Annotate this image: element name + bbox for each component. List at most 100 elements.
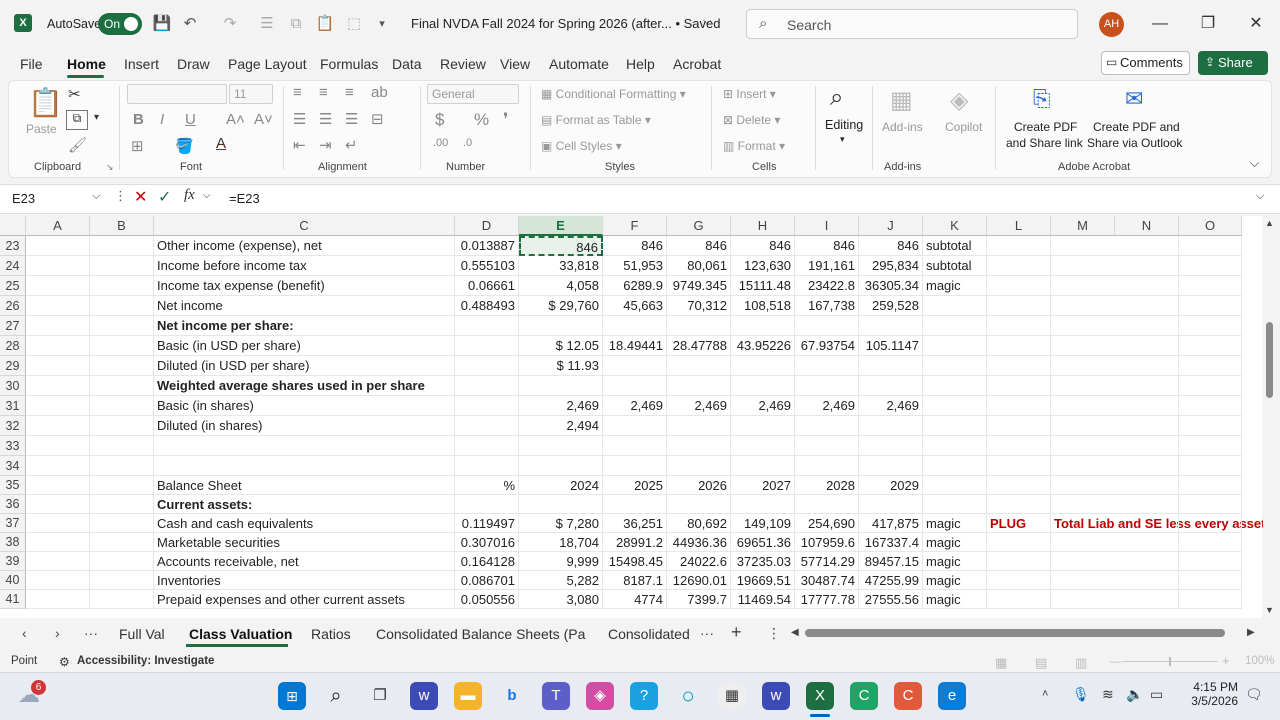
- menu-page-layout[interactable]: Page Layout: [228, 56, 307, 72]
- cell-l[interactable]: [987, 533, 1051, 552]
- cell-l[interactable]: [987, 276, 1051, 296]
- cell-d[interactable]: 0.013887: [455, 236, 519, 256]
- cell-m[interactable]: [1051, 376, 1115, 396]
- cell-c[interactable]: Weighted average shares used in per shar…: [154, 376, 455, 396]
- row-header[interactable]: 31: [0, 396, 26, 416]
- copilot-icon[interactable]: ◈: [950, 86, 968, 115]
- row-header[interactable]: 23: [0, 236, 26, 256]
- tab-class-valuation[interactable]: Class Valuation: [189, 626, 292, 642]
- app-icon[interactable]: w: [762, 682, 790, 710]
- cell-b[interactable]: [90, 552, 154, 571]
- cell-i[interactable]: 57714.29: [795, 552, 859, 571]
- row-header[interactable]: 37: [0, 514, 26, 533]
- add-sheet-icon[interactable]: +: [731, 622, 742, 643]
- cell-a[interactable]: [26, 396, 90, 416]
- cell-j[interactable]: [859, 356, 923, 376]
- accessibility-status[interactable]: Accessibility: Investigate: [77, 655, 214, 667]
- cell-a[interactable]: [26, 296, 90, 316]
- cell-g[interactable]: 2026: [667, 476, 731, 495]
- currency-icon[interactable]: $: [435, 110, 444, 130]
- cell-d[interactable]: 0.086701: [455, 571, 519, 590]
- cell-o[interactable]: [1179, 514, 1242, 533]
- page-break-view-icon[interactable]: ▥: [1075, 655, 1087, 671]
- cell-a[interactable]: [26, 514, 90, 533]
- cell-h[interactable]: 15111.48: [731, 276, 795, 296]
- cell-k[interactable]: magic: [923, 590, 987, 609]
- cell-d[interactable]: 0.555103: [455, 256, 519, 276]
- cell-b[interactable]: [90, 476, 154, 495]
- addins-icon[interactable]: ▦: [890, 86, 913, 115]
- menu-draw[interactable]: Draw: [177, 56, 210, 72]
- cell-f[interactable]: [603, 376, 667, 396]
- cell-d[interactable]: [455, 316, 519, 336]
- cell-n[interactable]: [1115, 316, 1179, 336]
- cell-g[interactable]: [667, 495, 731, 514]
- cell-h[interactable]: [731, 495, 795, 514]
- pdf-link-icon[interactable]: ⎘: [1033, 86, 1051, 112]
- cell-h[interactable]: 846: [731, 236, 795, 256]
- cell-c[interactable]: Net income: [154, 296, 455, 316]
- cell-m[interactable]: [1051, 296, 1115, 316]
- cell-c[interactable]: Accounts receivable, net: [154, 552, 455, 571]
- column-header-a[interactable]: A: [26, 216, 90, 236]
- normal-view-icon[interactable]: ▦: [995, 655, 1007, 671]
- cell-l[interactable]: [987, 476, 1051, 495]
- copy-dropdown-icon[interactable]: ▾: [94, 112, 99, 123]
- cell-d[interactable]: [455, 495, 519, 514]
- row-header[interactable]: 41: [0, 590, 26, 609]
- cut-icon[interactable]: ✂: [68, 85, 81, 103]
- cell-m[interactable]: [1051, 256, 1115, 276]
- align-left-icon[interactable]: ☰: [293, 110, 306, 128]
- tab-full-val[interactable]: Full Val: [119, 626, 165, 642]
- cell-n[interactable]: [1115, 495, 1179, 514]
- cell-k[interactable]: [923, 396, 987, 416]
- close-icon[interactable]: ✕: [1244, 12, 1268, 36]
- cell-b[interactable]: [90, 590, 154, 609]
- column-header-g[interactable]: G: [667, 216, 731, 236]
- row-header[interactable]: 29: [0, 356, 26, 376]
- cell-g[interactable]: [667, 456, 731, 476]
- app-icon[interactable]: ?: [630, 682, 658, 710]
- cell-a[interactable]: [26, 456, 90, 476]
- cell-k[interactable]: [923, 436, 987, 456]
- cell-h[interactable]: 2,469: [731, 396, 795, 416]
- cell-f[interactable]: 36,251: [603, 514, 667, 533]
- scroll-up-icon[interactable]: ▲: [1265, 218, 1274, 228]
- cell-j[interactable]: 36305.34: [859, 276, 923, 296]
- cell-c[interactable]: Cash and cash equivalents: [154, 514, 455, 533]
- cell-g[interactable]: [667, 436, 731, 456]
- cell-d[interactable]: 0.307016: [455, 533, 519, 552]
- cell-c[interactable]: [154, 456, 455, 476]
- cell-h[interactable]: 149,109: [731, 514, 795, 533]
- cell-h[interactable]: [731, 456, 795, 476]
- cell-n[interactable]: [1115, 476, 1179, 495]
- paste-icon[interactable]: 📋: [315, 14, 335, 34]
- cell-d[interactable]: [455, 396, 519, 416]
- conditional-formatting-button[interactable]: ▦ Conditional Formatting ▾: [541, 87, 686, 101]
- cell-m[interactable]: [1051, 571, 1115, 590]
- cortana-icon[interactable]: ○: [674, 682, 702, 710]
- cell-o[interactable]: [1179, 276, 1242, 296]
- cell-a[interactable]: [26, 276, 90, 296]
- cell-e[interactable]: $ 7,280: [519, 514, 603, 533]
- cell-o[interactable]: [1179, 456, 1242, 476]
- cell-styles-button[interactable]: ▣ Cell Styles ▾: [541, 139, 622, 153]
- name-box-dropdown-icon[interactable]: ⌵: [92, 190, 100, 203]
- cell-o[interactable]: [1179, 495, 1242, 514]
- cell-d[interactable]: [455, 356, 519, 376]
- document-title[interactable]: Final NVDA Fall 2024 for Spring 2026 (af…: [411, 16, 721, 31]
- cell-b[interactable]: [90, 533, 154, 552]
- cell-e[interactable]: [519, 436, 603, 456]
- hscroll-left-icon[interactable]: ◀: [791, 627, 799, 638]
- cell-g[interactable]: 12690.01: [667, 571, 731, 590]
- align-center-icon[interactable]: ☰: [319, 110, 332, 128]
- row-header[interactable]: 26: [0, 296, 26, 316]
- cell-m[interactable]: [1051, 336, 1115, 356]
- cell-c[interactable]: Income tax expense (benefit): [154, 276, 455, 296]
- create-pdf-link-line2[interactable]: and Share link: [1006, 136, 1083, 150]
- italic-icon[interactable]: I: [160, 111, 164, 128]
- cell-e[interactable]: [519, 376, 603, 396]
- cell-l[interactable]: [987, 336, 1051, 356]
- cell-d[interactable]: 0.050556: [455, 590, 519, 609]
- row-header[interactable]: 34: [0, 456, 26, 476]
